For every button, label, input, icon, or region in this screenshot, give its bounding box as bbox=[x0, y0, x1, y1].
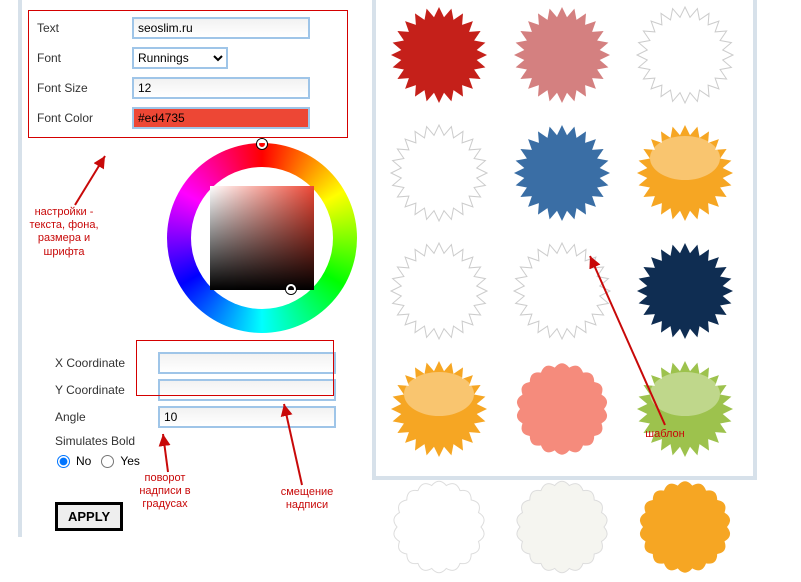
yes-label: Yes bbox=[120, 454, 140, 468]
ycoord-label: Y Coordinate bbox=[55, 383, 158, 397]
fontsize-input[interactable] bbox=[132, 77, 310, 99]
simbold-no-radio[interactable] bbox=[57, 455, 70, 468]
template-badge[interactable] bbox=[507, 118, 617, 228]
template-badge[interactable] bbox=[630, 0, 740, 110]
text-label: Text bbox=[37, 21, 132, 35]
template-grid bbox=[372, 0, 757, 480]
fontcolor-input[interactable]: #ed4735 bbox=[132, 107, 310, 129]
ycoord-input[interactable] bbox=[158, 379, 336, 401]
arrow-icon bbox=[158, 430, 188, 478]
no-label: No bbox=[76, 454, 91, 468]
annotation-settings: настройки - текста, фона, размера и шриф… bbox=[24, 206, 104, 259]
hue-handle[interactable] bbox=[257, 139, 267, 149]
template-badge[interactable] bbox=[630, 472, 740, 582]
template-badge[interactable] bbox=[384, 118, 494, 228]
color-picker[interactable] bbox=[167, 143, 357, 333]
simbold-label: Simulates Bold bbox=[55, 434, 135, 448]
template-badge[interactable] bbox=[507, 0, 617, 110]
xcoord-label: X Coordinate bbox=[55, 356, 158, 370]
template-badge[interactable] bbox=[630, 118, 740, 228]
apply-button[interactable]: APPLY bbox=[55, 502, 123, 531]
template-badge[interactable] bbox=[507, 472, 617, 582]
xcoord-input[interactable] bbox=[158, 352, 336, 374]
template-badge[interactable] bbox=[384, 354, 494, 464]
simbold-yes-radio[interactable] bbox=[101, 455, 114, 468]
font-label: Font bbox=[37, 51, 132, 65]
fontcolor-label: Font Color bbox=[37, 111, 132, 125]
sv-handle[interactable] bbox=[286, 284, 296, 294]
font-select[interactable]: Runnings bbox=[132, 47, 228, 69]
template-badge[interactable] bbox=[384, 472, 494, 582]
template-badge[interactable] bbox=[384, 0, 494, 110]
arrow-icon bbox=[280, 400, 320, 493]
template-badge[interactable] bbox=[384, 236, 494, 346]
fontsize-label: Font Size bbox=[37, 81, 132, 95]
text-settings-group: Text Font Runnings Font Size Font Color … bbox=[37, 0, 357, 136]
arrow-icon bbox=[70, 150, 120, 213]
arrow-icon bbox=[580, 250, 680, 433]
sv-square[interactable] bbox=[210, 186, 314, 290]
text-input[interactable] bbox=[132, 17, 310, 39]
angle-label: Angle bbox=[55, 410, 158, 424]
